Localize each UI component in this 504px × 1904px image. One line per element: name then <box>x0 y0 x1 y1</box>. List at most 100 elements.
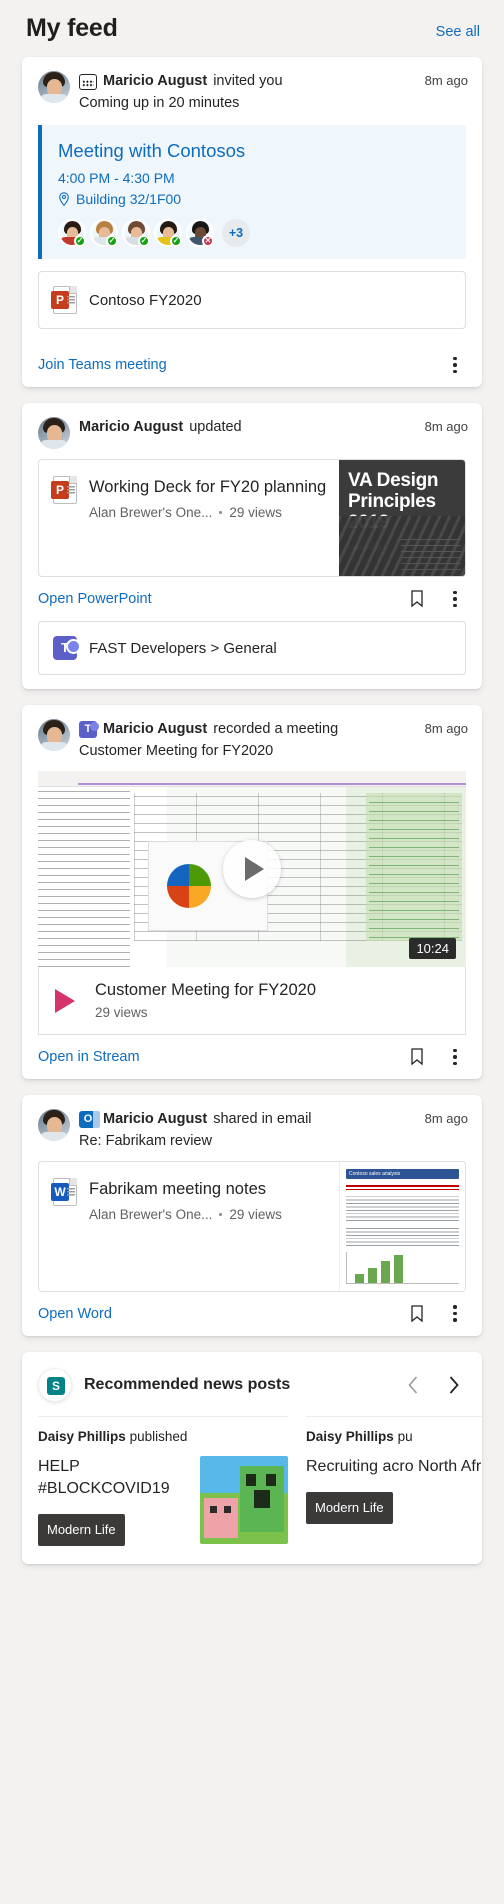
document-thumbnail: VA Design Principles 2019 MaxPoster <box>339 460 465 576</box>
more-options-icon[interactable] <box>446 355 464 375</box>
recommended-news-section: Recommended news posts Daisy Phillips pu… <box>22 1351 482 1564</box>
chevron-right-icon[interactable] <box>438 1370 468 1400</box>
open-word-button[interactable]: Open Word <box>38 1306 112 1322</box>
avatar <box>38 417 70 449</box>
meeting-attachment[interactable]: P Contoso FY2020 <box>38 271 466 329</box>
avatar <box>38 1109 70 1141</box>
news-item[interactable]: Daisy Phillips published HELP #BLOCKCOVI… <box>38 1415 288 1546</box>
card-subtitle: Coming up in 20 minutes <box>79 95 240 111</box>
news-author-line: Daisy Phillips pu <box>306 1429 482 1444</box>
play-icon[interactable] <box>223 840 281 898</box>
avatar <box>38 719 70 751</box>
activity-verb: updated <box>189 419 242 435</box>
teams-icon <box>53 636 81 660</box>
card-subtitle: Re: Fabrikam review <box>79 1133 212 1149</box>
teams-channel-row[interactable]: FAST Developers > General <box>38 621 466 675</box>
video-views: 29 views <box>95 1005 148 1020</box>
calendar-icon <box>79 73 97 90</box>
feed-card-video[interactable]: T Maricio August recorded a meeting Cust… <box>22 705 482 1079</box>
separator-dot <box>219 511 223 514</box>
attendee-avatar[interactable]: ✓ <box>90 219 118 247</box>
attachment-name: Contoso FY2020 <box>89 291 202 309</box>
document-views: 29 views <box>229 1207 282 1222</box>
attendee-avatar[interactable]: ✓ <box>58 219 86 247</box>
news-headline: HELP #BLOCKCOVID19 <box>38 1457 170 1497</box>
news-action: published <box>129 1428 188 1444</box>
attendee-overflow-count[interactable]: +3 <box>222 219 250 247</box>
document-thumbnail: Contoso sales analysis <box>339 1162 465 1291</box>
news-tag[interactable]: Modern Life <box>38 1513 125 1546</box>
sharepoint-icon <box>38 1367 72 1402</box>
bookmark-icon[interactable] <box>408 589 426 609</box>
timestamp: 8m ago <box>424 73 468 88</box>
more-options-icon[interactable] <box>446 1304 464 1324</box>
actor-name: Maricio August <box>103 73 208 89</box>
feed-card-email[interactable]: O Maricio August shared in email Re: Fab… <box>22 1095 482 1336</box>
card-header: T Maricio August recorded a meeting Cust… <box>22 705 482 771</box>
document-title: Fabrikam meeting notes <box>89 1180 266 1198</box>
presence-badge-available: ✓ <box>170 235 182 247</box>
news-author-line: Daisy Phillips published <box>38 1429 288 1444</box>
video-player[interactable]: 10:24 <box>38 771 466 967</box>
news-carousel[interactable]: Daisy Phillips published HELP #BLOCKCOVI… <box>22 1414 482 1560</box>
card-header-text: Maricio August updated <box>79 417 416 437</box>
timestamp: 8m ago <box>424 1111 468 1126</box>
document-meta: Alan Brewer's One... 29 views <box>89 1207 282 1222</box>
separator-dot <box>219 1213 223 1216</box>
timestamp: 8m ago <box>424 721 468 736</box>
card-header-text: Maricio August invited you Coming up in … <box>79 71 416 113</box>
card-actions: Open Word <box>22 1292 482 1336</box>
join-teams-meeting-button[interactable]: Join Teams meeting <box>38 357 167 373</box>
see-all-link[interactable]: See all <box>436 24 480 40</box>
news-tag[interactable]: Modern Life <box>306 1491 393 1524</box>
more-options-icon[interactable] <box>446 1047 464 1067</box>
bookmark-icon[interactable] <box>408 1047 426 1067</box>
outlook-icon: O <box>79 1111 100 1128</box>
powerpoint-file-icon: P <box>51 286 77 314</box>
card-subtitle: Customer Meeting for FY2020 <box>79 743 274 759</box>
feed-card-document[interactable]: Maricio August updated 8m ago P Working … <box>22 403 482 689</box>
document-views: 29 views <box>229 505 282 520</box>
thumbnail-title: Contoso sales analysis <box>349 1171 401 1177</box>
presence-badge-available: ✓ <box>138 235 150 247</box>
video-details[interactable]: Customer Meeting for FY2020 29 views <box>38 967 466 1035</box>
channel-name: FAST Developers > General <box>89 639 277 657</box>
meeting-details[interactable]: Meeting with Contosos 4:00 PM - 4:30 PM … <box>38 125 466 259</box>
open-in-stream-button[interactable]: Open in Stream <box>38 1049 140 1065</box>
feed-card-meeting[interactable]: Maricio August invited you Coming up in … <box>22 57 482 387</box>
bookmark-icon[interactable] <box>408 1304 426 1324</box>
document-preview[interactable]: W Fabrikam meeting notes Alan Brewer's O… <box>38 1161 466 1292</box>
document-preview[interactable]: P Working Deck for FY20 planning Alan Br… <box>38 459 466 577</box>
more-options-icon[interactable] <box>446 589 464 609</box>
avatar <box>38 71 70 103</box>
news-thumbnail <box>200 1455 288 1544</box>
activity-verb: shared in email <box>213 1111 312 1127</box>
news-headline: Recruiting acro North Africa ar <box>306 1457 482 1475</box>
news-author: Daisy Phillips <box>306 1428 394 1444</box>
meeting-location: Building 32/1F00 <box>58 191 452 207</box>
activity-verb: invited you <box>213 73 283 89</box>
meeting-location-text: Building 32/1F00 <box>76 191 182 207</box>
actor-name: Maricio August <box>79 419 184 435</box>
word-file-icon: W <box>51 1178 77 1206</box>
attendee-avatar[interactable]: ✓ <box>154 219 182 247</box>
card-actions: Open PowerPoint <box>22 577 482 621</box>
document-title: Working Deck for FY20 planning <box>89 478 327 496</box>
powerpoint-file-icon: P <box>51 476 77 504</box>
news-author: Daisy Phillips <box>38 1428 126 1444</box>
presence-badge-available: ✓ <box>106 235 118 247</box>
card-header: O Maricio August shared in email Re: Fab… <box>22 1095 482 1161</box>
news-item[interactable]: Daisy Phillips pu Recruiting acro North … <box>306 1415 482 1546</box>
my-feed-page: My feed See all Maricio August invited y… <box>0 0 504 1582</box>
open-powerpoint-button[interactable]: Open PowerPoint <box>38 591 152 607</box>
attendee-avatar[interactable]: ✓ <box>122 219 150 247</box>
card-actions: Join Teams meeting <box>22 343 482 387</box>
attendee-list[interactable]: ✓ ✓ ✓ ✓ ✕ +3 <box>58 219 452 247</box>
document-source: Alan Brewer's One... <box>89 1207 213 1222</box>
chevron-left-icon[interactable] <box>398 1370 428 1400</box>
presence-badge-available: ✓ <box>74 235 86 247</box>
document-meta: Alan Brewer's One... 29 views <box>89 505 326 520</box>
attendee-avatar[interactable]: ✕ <box>186 219 214 247</box>
news-action: pu <box>397 1428 413 1444</box>
meeting-title[interactable]: Meeting with Contosos <box>58 139 452 163</box>
